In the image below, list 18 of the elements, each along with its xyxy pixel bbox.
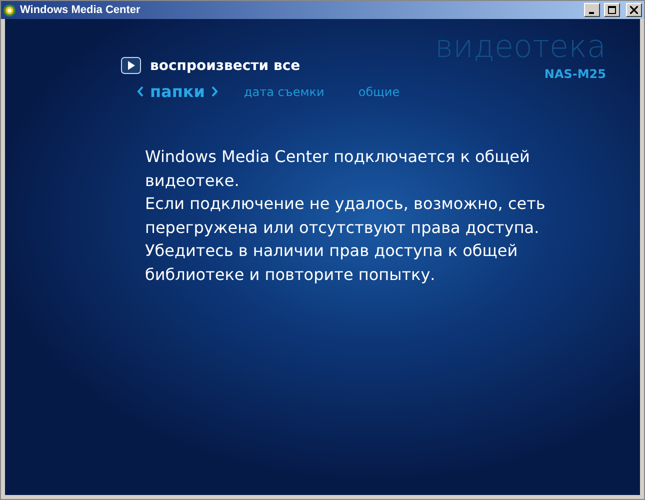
tab[interactable]: папки [150,82,205,101]
maximize-icon [608,6,616,14]
app-logo-icon [3,4,16,16]
page-title: видеотека [434,28,606,67]
status-message: Windows Media Center подключается к общей видеотеке. [145,146,531,192]
tab[interactable]: дата съемки [244,84,324,98]
chevron-right-icon[interactable] [210,86,218,97]
chevron-left-icon[interactable] [137,86,144,97]
close-icon [630,6,638,14]
minimize-button[interactable] [584,3,600,17]
tab[interactable]: общие [358,84,400,98]
maximize-button[interactable] [604,3,620,17]
play-icon [121,57,141,74]
server-name: NAS-M25 [544,67,606,81]
play-all-button[interactable]: воспроизвести все [121,57,434,74]
close-button[interactable] [626,3,642,17]
window-title: Windows Media Center [20,4,142,16]
status-message: Если подключение не удалось, возможно, сеть перегружена или отсутствуют права доступа. Убедитесь в наличии прав доступа к общей библиотеке и повторите попытку. [145,193,546,286]
